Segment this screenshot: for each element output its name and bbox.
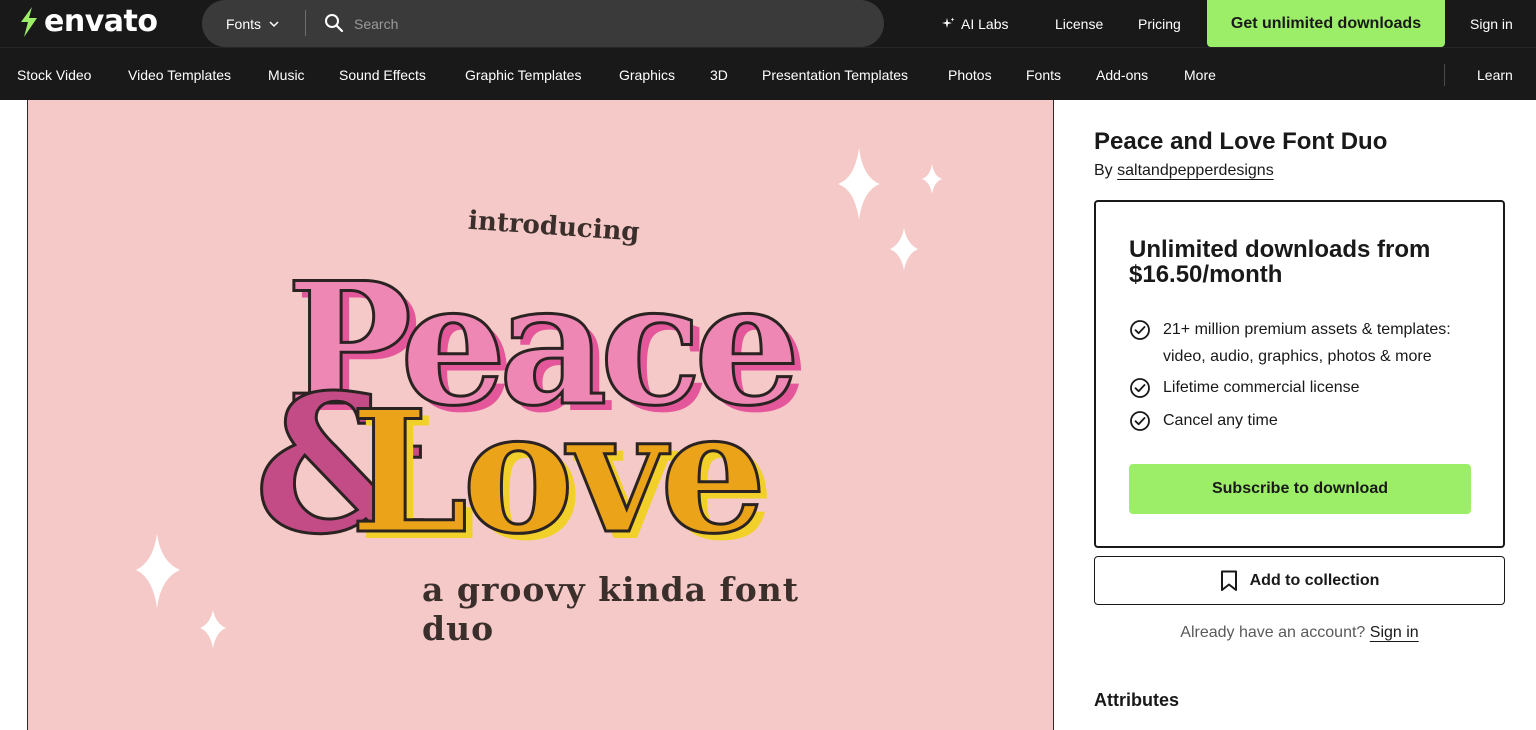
add-to-collection-button[interactable]: Add to collection [1094,556,1505,605]
sparkle-icon [838,148,880,220]
check-circle-icon [1130,320,1150,340]
nav-item-presentation-templates[interactable]: Presentation Templates [762,48,908,101]
feature-item: 21+ million premium assets & templates: … [1129,316,1479,370]
logo-text: envato [44,4,158,39]
category-select[interactable]: Fonts [226,0,279,47]
nav-item-music[interactable]: Music [268,48,305,101]
sparkle-icon [136,534,180,608]
feature-text: Cancel any time [1163,412,1278,429]
sparkle-icon [922,164,942,194]
feature-text: 21+ million premium assets & templates: … [1163,321,1451,365]
nav-item-photos[interactable]: Photos [948,48,992,101]
check-circle-icon [1130,411,1150,431]
search-icon[interactable] [324,13,344,33]
nav-item-stock-video[interactable]: Stock Video [17,48,91,101]
category-nav: Stock Video Video Templates Music Sound … [0,47,1536,100]
preview-love-text: Love [349,373,769,571]
chevron-down-icon [269,20,279,27]
envato-leaf-icon [21,7,37,37]
nav-item-add-ons[interactable]: Add-ons [1096,48,1148,101]
check-circle-icon [1130,378,1150,398]
author-byline: By saltandpepperdesigns [1094,162,1274,180]
get-unlimited-downloads-button[interactable]: Get unlimited downloads [1207,0,1445,47]
feature-text: Lifetime commercial license [1163,379,1360,396]
sparkle-icon [942,17,955,28]
product-title: Peace and Love Font Duo [1094,128,1388,155]
sparkle-icon [200,610,226,648]
nav-item-fonts[interactable]: Fonts [1026,48,1061,101]
sign-in-link-sidebar[interactable]: Sign in [1370,624,1419,641]
pricing-card: Unlimited downloads from $16.50/month 21… [1094,200,1505,548]
search-bar: Fonts [202,0,884,47]
preview-tagline: a groovy kinda font duo [422,570,799,648]
product-preview-image[interactable]: introducing Peace & Love a groovy kinda … [27,100,1054,730]
nav-item-video-templates[interactable]: Video Templates [128,48,231,101]
nav-item-3d[interactable]: 3D [710,48,728,101]
pricing-heading: Unlimited downloads from $16.50/month [1129,236,1431,288]
license-link[interactable]: License [1055,0,1103,47]
pricing-link[interactable]: Pricing [1138,0,1181,47]
nav-divider [1444,64,1445,86]
nav-item-sound-effects[interactable]: Sound Effects [339,48,426,101]
feature-item: Lifetime commercial license [1129,374,1479,401]
attributes-heading: Attributes [1094,690,1179,710]
ai-labs-link[interactable]: AI Labs [941,0,1008,47]
nav-item-more[interactable]: More [1184,48,1216,101]
by-prefix: By [1094,162,1113,179]
bookmark-icon [1220,570,1237,591]
account-prompt: Already have an account? Sign in [1094,624,1505,642]
nav-item-graphic-templates[interactable]: Graphic Templates [465,48,581,101]
sign-in-link[interactable]: Sign in [1470,0,1513,47]
top-header: envato Fonts AI Labs License Pricing Get… [0,0,1536,47]
nav-item-learn[interactable]: Learn [1477,48,1513,101]
add-to-collection-label: Add to collection [1249,571,1380,589]
author-link[interactable]: saltandpepperdesigns [1117,162,1274,179]
ai-labs-label: AI Labs [961,15,1009,32]
category-select-label: Fonts [226,15,262,32]
nav-item-graphics[interactable]: Graphics [619,48,675,101]
search-input[interactable] [354,10,854,37]
subscribe-button[interactable]: Subscribe to download [1129,464,1471,514]
envato-logo[interactable]: envato [16,4,158,40]
account-prompt-text: Already have an account? [1180,624,1366,641]
feature-item: Cancel any time [1129,407,1479,434]
search-divider [305,10,306,36]
sparkle-icon [890,228,918,270]
